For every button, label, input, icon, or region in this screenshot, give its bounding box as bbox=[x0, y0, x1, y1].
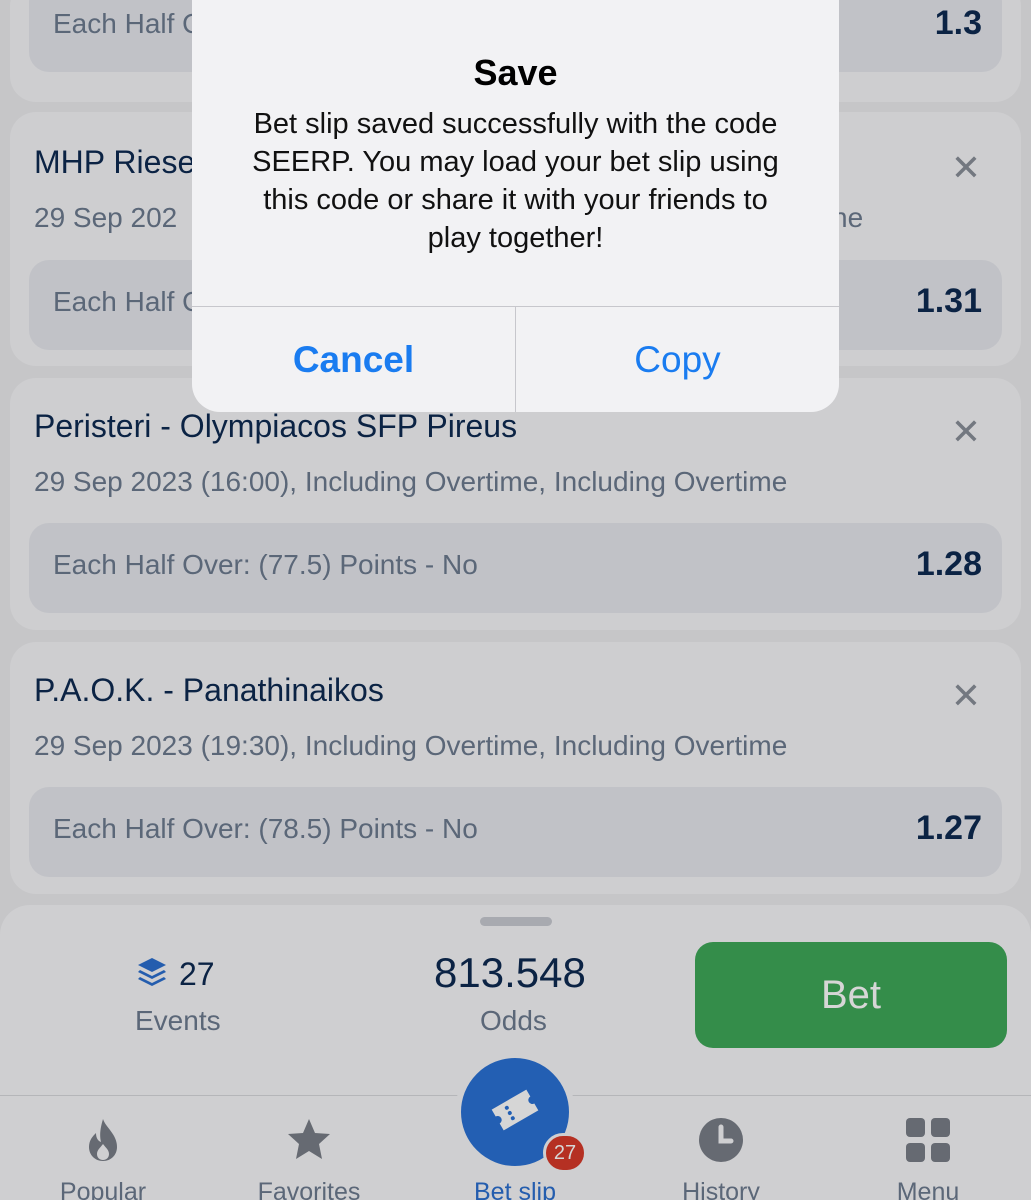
copy-button[interactable]: Copy bbox=[516, 307, 839, 412]
dialog-message: Bet slip saved successfully with the cod… bbox=[252, 108, 779, 254]
dialog-title: Save bbox=[473, 52, 558, 93]
save-alert-dialog: Save Bet slip saved successfully with th… bbox=[192, 0, 839, 412]
cancel-button[interactable]: Cancel bbox=[192, 307, 515, 412]
